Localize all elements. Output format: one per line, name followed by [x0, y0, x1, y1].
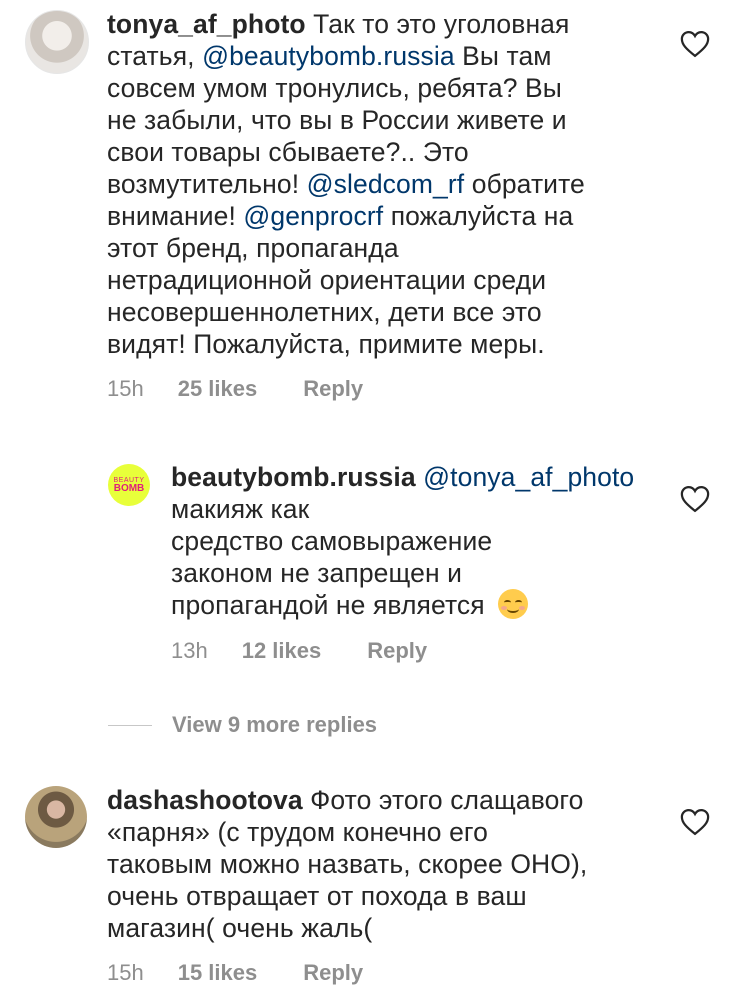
comment-line: таковым можно назвать, скорее ОНО),: [107, 848, 667, 880]
mention-link[interactable]: @sledcom_rf: [307, 169, 465, 199]
comment-text-segment: этот бренд, пропаганда: [107, 233, 399, 263]
comment-line: магазин( очень жаль(: [107, 912, 667, 944]
comment-line: внимание! @genprocrf пожалуйста на: [107, 200, 667, 232]
comment-text-segment: не забыли, что вы в России живете и: [107, 105, 567, 135]
comment-text-segment: несовершеннолетних, дети все это: [107, 297, 542, 327]
comment-text: dashashootova Фото этого слащавого «парня…: [107, 784, 667, 944]
comment-text-segment: Так то это уголовная: [313, 9, 570, 39]
comment-line: этот бренд, пропаганда: [107, 232, 667, 264]
heart-icon[interactable]: [680, 30, 710, 58]
comment-line: совсем умом тронулись, ребята? Вы: [107, 72, 667, 104]
comment-line: видят! Пожалуйста, примите меры.: [107, 328, 667, 360]
comment-line: «парня» (с трудом конечно его: [107, 816, 667, 848]
username[interactable]: tonya_af_photo: [107, 9, 306, 39]
comment-text: beautybomb.russia @tonya_af_photo макияж…: [171, 461, 671, 621]
comment-line: dashashootova Фото этого слащавого: [107, 784, 667, 816]
comment-text-segment: магазин( очень жаль(: [107, 913, 373, 943]
comment-line: нетрадиционной ориентации среди: [107, 264, 667, 296]
comment-text-segment: пожалуйста на: [383, 201, 574, 231]
username[interactable]: beautybomb.russia: [171, 462, 416, 492]
comment-text-segment: средство самовыражение: [171, 526, 493, 556]
comment-meta: 13h 12 likes Reply: [171, 638, 427, 664]
comment-text-segment: свои товары сбываете?.. Это: [107, 137, 469, 167]
avatar[interactable]: [25, 10, 89, 74]
avatar-label-bottom: BOMB: [113, 482, 145, 494]
timestamp: 13h: [171, 638, 208, 663]
mention-link[interactable]: @beautybomb.russia: [202, 41, 455, 71]
comment-line: статья, @beautybomb.russia Вы там: [107, 40, 667, 72]
comment-text-segment: видят! Пожалуйста, примите меры.: [107, 329, 545, 359]
comment-text-segment: Вы там: [454, 41, 552, 71]
brand-avatar[interactable]: BEAUTY BOMB: [108, 464, 150, 506]
comment-line: beautybomb.russia @tonya_af_photo макияж…: [171, 461, 671, 525]
comment-text-segment: обратите: [464, 169, 585, 199]
comment-text-segment: таковым можно назвать, скорее ОНО),: [107, 849, 588, 879]
likes-count[interactable]: 25 likes: [178, 376, 258, 402]
comment-text-segment: макияж как: [171, 494, 310, 524]
comment-text-segment: «парня» (с трудом конечно его: [107, 817, 488, 847]
heart-icon[interactable]: [680, 485, 710, 513]
comment-line: не забыли, что вы в России живете и: [107, 104, 667, 136]
comment-line: пропагандой не является: [171, 589, 671, 621]
timestamp: 15h: [107, 376, 144, 401]
username[interactable]: dashashootova: [107, 785, 303, 815]
likes-count[interactable]: 15 likes: [178, 960, 258, 986]
comment-line: очень отвращает от похода в ваш: [107, 880, 667, 912]
comment-line: законом не запрещен и: [171, 557, 671, 589]
view-more-replies-button[interactable]: View 9 more replies: [108, 712, 377, 738]
comment-line: несовершеннолетних, дети все это: [107, 296, 667, 328]
mention-link[interactable]: @tonya_af_photo: [423, 462, 634, 492]
heart-icon[interactable]: [680, 808, 710, 836]
comment-text-segment: внимание!: [107, 201, 244, 231]
mention-link[interactable]: @genprocrf: [243, 201, 383, 231]
comment-text-segment: совсем умом тронулись, ребята? Вы: [107, 73, 562, 103]
comment-text-segment: законом не запрещен и: [171, 558, 463, 588]
comment-text-segment: пропагандой не является: [171, 590, 493, 620]
comment-text-segment: нетрадиционной ориентации среди: [107, 265, 547, 295]
comment-line: свои товары сбываете?.. Это: [107, 136, 667, 168]
timestamp: 15h: [107, 960, 144, 985]
likes-count[interactable]: 12 likes: [242, 638, 322, 664]
divider: [108, 724, 152, 726]
comment-meta: 15h 25 likes Reply: [107, 376, 363, 402]
comment-line: возмутительно! @sledcom_rf обратите: [107, 168, 667, 200]
comment-text-segment: возмутительно!: [107, 169, 307, 199]
reply-button[interactable]: Reply: [367, 638, 427, 664]
comment-text-segment: очень отвращает от похода в ваш: [107, 881, 527, 911]
reply-button[interactable]: Reply: [303, 960, 363, 986]
comment-text: tonya_af_photo Так то это уголовная стать…: [107, 8, 667, 360]
comment-meta: 15h 15 likes Reply: [107, 960, 363, 986]
view-more-label: View 9 more replies: [172, 712, 378, 737]
relieved-face-emoji: [498, 589, 529, 619]
comment-text-segment: статья,: [107, 41, 203, 71]
avatar[interactable]: [25, 786, 87, 848]
comment-line: tonya_af_photo Так то это уголовная: [107, 8, 667, 40]
comment-text-segment: Фото этого слащавого: [310, 785, 584, 815]
reply-button[interactable]: Reply: [303, 376, 363, 402]
comment-line: средство самовыражение: [171, 525, 671, 557]
